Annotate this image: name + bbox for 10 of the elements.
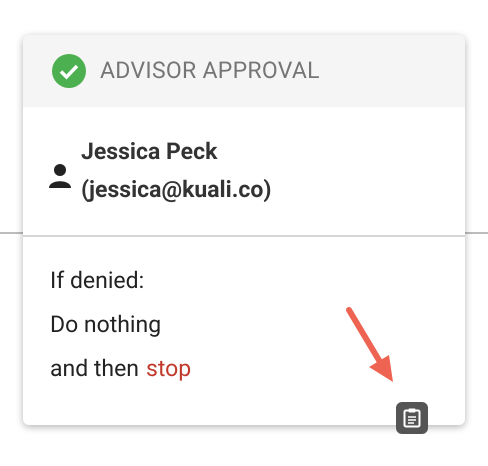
approver-name: Jessica Peck [81,137,218,167]
then-label: and then [50,354,139,384]
denied-label: If denied: [50,266,144,296]
then-action: stop [146,354,192,384]
denied-action: Do nothing [50,310,162,340]
step-title: ADVISOR APPROVAL [100,56,320,86]
person-icon [49,164,71,188]
clipboard-button[interactable] [396,402,428,434]
approver-email: (jessica@kuali.co) [81,175,272,205]
clipboard-icon [403,408,421,428]
